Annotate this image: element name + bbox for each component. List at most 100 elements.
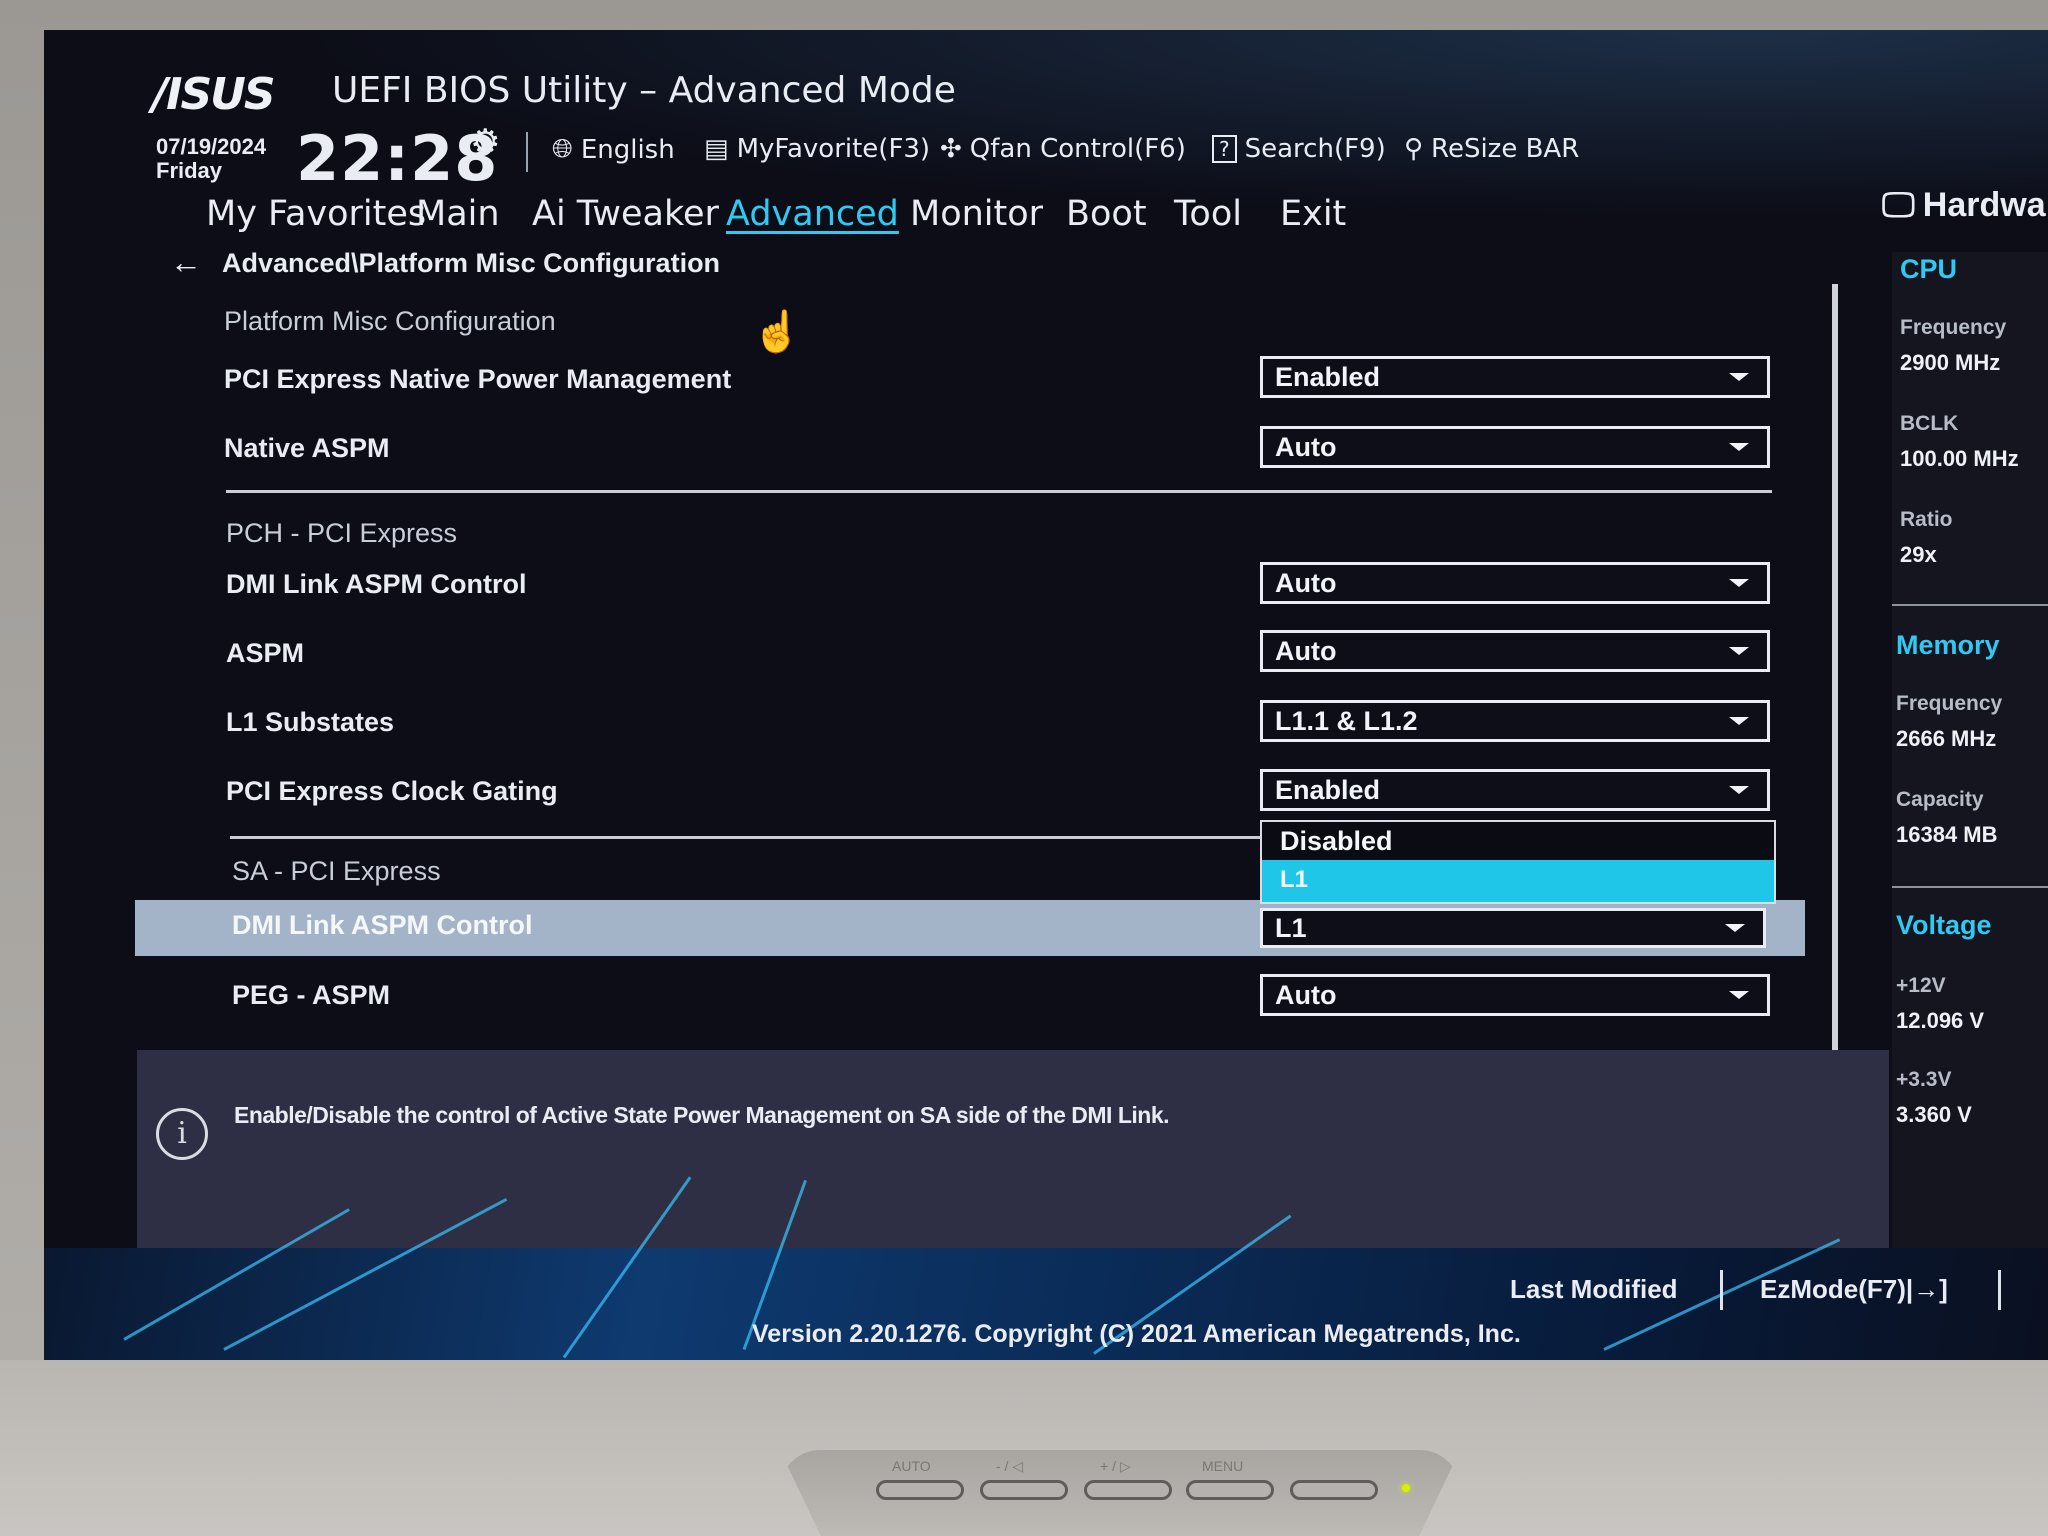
sidebar-12v-value: 12.096 V (1896, 1008, 1985, 1033)
sidebar-3v3-label: +3.3V (1896, 1068, 1952, 1091)
section-pch-pci-express: PCH - PCI Express (226, 518, 458, 548)
monitor-menu-button[interactable] (1186, 1480, 1274, 1500)
setting-label-peg-aspm: PEG - ASPM (232, 980, 391, 1010)
sidebar-voltage-heading: Voltage (1896, 910, 1992, 940)
tab-monitor[interactable]: Monitor (910, 194, 1043, 234)
chevron-down-icon (1729, 443, 1749, 451)
resize-bar-button[interactable]: ⚲ ReSize BAR (1404, 134, 1579, 164)
asus-logo: /ISUS (152, 69, 276, 120)
sidebar-divider (1892, 886, 2048, 888)
dropdown-value: Auto (1275, 432, 1337, 462)
chevron-down-icon (1725, 924, 1745, 932)
monitor-minus-button[interactable] (980, 1480, 1068, 1500)
hardware-monitor-title: 🖵︎ Hardwa (1882, 186, 2046, 225)
dropdown-aspm[interactable]: Auto (1260, 630, 1770, 672)
footer-divider (1998, 1270, 2001, 1310)
dropdown-peg-aspm[interactable]: Auto (1260, 974, 1770, 1016)
dropdown-native-aspm[interactable]: Auto (1260, 426, 1770, 468)
bios-screen: /ISUS UEFI BIOS Utility – Advanced Mode … (44, 30, 2048, 1360)
sidebar-divider (1892, 604, 2048, 606)
sidebar-memory-heading: Memory (1896, 630, 2000, 660)
myfavorite-label: MyFavorite(F3) (736, 134, 931, 164)
help-panel (137, 1050, 1889, 1248)
monitor-button-label-auto: AUTO (892, 1458, 931, 1474)
chevron-down-icon (1729, 647, 1749, 655)
search-label: Search(F9) (1244, 134, 1386, 164)
tab-exit[interactable]: Exit (1280, 194, 1346, 234)
tab-my-favorites[interactable]: My Favorites (206, 194, 426, 234)
tab-boot[interactable]: Boot (1066, 194, 1147, 234)
resize-bar-label: ReSize BAR (1431, 134, 1580, 164)
sidebar-12v-label: +12V (1896, 974, 1946, 997)
gear-icon[interactable]: ⚙ (470, 122, 500, 162)
sidebar-capacity-label: Capacity (1896, 788, 1984, 811)
tab-tool[interactable]: Tool (1174, 194, 1242, 234)
myfavorite-button[interactable]: ▤ MyFavorite(F3) (704, 134, 930, 164)
sidebar-ratio-label: Ratio (1900, 508, 1953, 531)
back-arrow-icon[interactable]: ← (170, 244, 202, 281)
section-divider (230, 836, 1260, 839)
page-title: UEFI BIOS Utility – Advanced Mode (332, 70, 956, 111)
setting-label-pch-dmi-link-aspm: DMI Link ASPM Control (226, 569, 527, 599)
dropdown-value: Auto (1275, 980, 1337, 1010)
monitor-button-label-menu: MENU (1202, 1458, 1244, 1474)
menu-option-label: L1 (1280, 866, 1309, 893)
sidebar-bclk-value: 100.00 MHz (1900, 446, 2019, 471)
chevron-down-icon (1729, 579, 1749, 587)
breadcrumb: Advanced\Platform Misc Configuration (222, 248, 721, 278)
dropdown-sa-dmi-link-aspm[interactable]: L1 (1260, 908, 1766, 948)
language-button[interactable]: 🌐︎ English (552, 134, 675, 165)
setting-label-pcie-native-pm: PCI Express Native Power Management (224, 364, 732, 394)
monitor-auto-button[interactable] (876, 1480, 964, 1500)
dropdown-value: Auto (1275, 568, 1337, 598)
dropdown-value: L1.1 & L1.2 (1275, 706, 1418, 736)
monitor-icon: 🖵︎ (1882, 186, 1915, 224)
day-display: Friday (156, 158, 223, 183)
favorite-list-icon: ▤ (704, 134, 729, 164)
dropdown-value: L1 (1275, 913, 1307, 943)
date-display: 07/19/2024 (156, 134, 267, 159)
dropdown-pcie-clock-gating[interactable]: Enabled (1260, 769, 1770, 811)
dropdown-value: Enabled (1275, 775, 1381, 805)
sidebar-memory-frequency-label: Frequency (1896, 692, 2003, 715)
tab-ai-tweaker[interactable]: Ai Tweaker (532, 194, 719, 234)
chevron-down-icon (1729, 786, 1749, 794)
language-label: English (580, 134, 675, 165)
help-text: Enable/Disable the control of Active Sta… (234, 1102, 1170, 1128)
sidebar-capacity-value: 16384 MB (1896, 822, 1998, 847)
tab-main[interactable]: Main (416, 194, 500, 234)
menu-option-label: Disabled (1280, 826, 1393, 856)
hardware-monitor-label: Hardwa (1922, 186, 2046, 224)
last-modified-button[interactable]: Last Modified (1510, 1274, 1678, 1305)
setting-label-aspm: ASPM (226, 638, 305, 668)
setting-label-sa-dmi-link-aspm: DMI Link ASPM Control (232, 910, 533, 940)
chevron-down-icon (1729, 717, 1749, 725)
section-divider (226, 490, 1772, 493)
monitor-power-button[interactable] (1290, 1480, 1378, 1500)
footer-divider (1720, 1270, 1723, 1310)
sidebar-ratio-value: 29x (1900, 542, 1937, 567)
menu-option-l1[interactable]: L1 (1262, 860, 1774, 902)
chevron-down-icon (1729, 991, 1749, 999)
sidebar-cpu-heading: CPU (1900, 254, 1958, 284)
qfan-control-button[interactable]: ✣ Qfan Control(F6) (940, 134, 1186, 164)
ezmode-button[interactable]: EzMode(F7)|→] (1760, 1274, 1948, 1305)
tab-advanced[interactable]: Advanced (726, 194, 899, 234)
scrollbar[interactable] (1832, 284, 1838, 1052)
monitor-plus-button[interactable] (1084, 1480, 1172, 1500)
sidebar-bclk-label: BCLK (1900, 412, 1959, 435)
sidebar-cpu-frequency-value: 2900 MHz (1900, 350, 2001, 375)
dropdown-l1-substates[interactable]: L1.1 & L1.2 (1260, 700, 1770, 742)
section-platform-misc: Platform Misc Configuration (224, 306, 556, 336)
dropdown-pch-dmi-link-aspm[interactable]: Auto (1260, 562, 1770, 604)
setting-label-native-aspm: Native ASPM (224, 433, 390, 463)
setting-label-l1-substates: L1 Substates (226, 707, 395, 737)
hand-cursor-icon: ☝ (752, 310, 802, 354)
dropdown-pcie-native-pm[interactable]: Enabled (1260, 356, 1770, 398)
search-button[interactable]: ? Search(F9) (1212, 134, 1386, 164)
power-led (1402, 1484, 1410, 1492)
chevron-down-icon (1729, 373, 1749, 381)
dropdown-options-menu: Disabled L1 (1260, 820, 1776, 904)
qfan-label: Qfan Control(F6) (969, 134, 1186, 164)
menu-option-disabled[interactable]: Disabled (1262, 822, 1774, 860)
